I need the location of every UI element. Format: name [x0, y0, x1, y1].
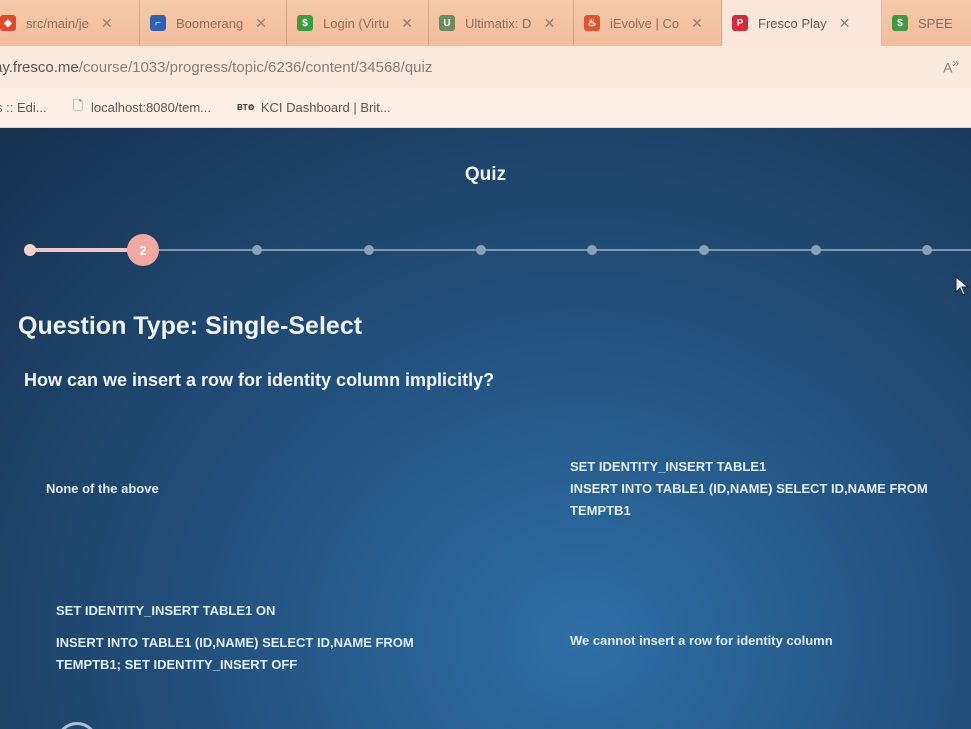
url-host: ay.fresco.me — [0, 58, 79, 76]
progress-step[interactable] — [922, 245, 932, 255]
dollar-icon: $ — [892, 15, 908, 31]
ultimatix-icon: U — [439, 15, 455, 31]
option-text: SET IDENTITY_INSERT TABLE1 — [570, 459, 767, 474]
close-icon[interactable]: ✕ — [691, 15, 703, 32]
tab-ievolve[interactable]: ♨ iEvolve | Co ✕ — [574, 0, 722, 46]
close-icon[interactable]: ✕ — [839, 15, 851, 32]
tab-label: Boomerang — [176, 15, 244, 31]
page-icon: 🗋 — [72, 97, 84, 113]
hockey-stick-icon: ⌐ — [150, 15, 166, 31]
fresco-icon: P — [732, 15, 748, 31]
tab-label: src/main/je — [26, 15, 89, 31]
bookmark-item[interactable]: BT⚙ KCI Dashboard | Brit... — [237, 100, 391, 115]
progress-step[interactable] — [252, 245, 262, 255]
dollar-icon: $ — [297, 15, 313, 31]
tab-gitlab[interactable]: ◆ src/main/je ✕ — [0, 0, 140, 46]
option-text: INSERT INTO TABLE1 (ID,NAME) SELECT ID,N… — [570, 481, 928, 496]
progress-step[interactable] — [587, 245, 597, 255]
answer-option-none-of-the-above[interactable]: None of the above — [46, 478, 159, 500]
answer-option-set-identity-insert-on[interactable]: SET IDENTITY_INSERT TABLE1 ON INSERT INT… — [56, 600, 486, 676]
gitlab-icon: ◆ — [0, 15, 16, 31]
tab-label: Fresco Play — [758, 15, 827, 31]
close-icon[interactable]: ✕ — [543, 15, 555, 32]
tab-boomerang[interactable]: ⌐ Boomerang ✕ — [140, 0, 287, 46]
address-bar[interactable]: ay.fresco.me/course/1033/progress/topic/… — [0, 46, 971, 88]
flame-icon: ♨ — [584, 15, 600, 31]
bookmarks-bar: s :: Edi... 🗋 localhost:8080/tem... BT⚙ … — [0, 88, 971, 128]
next-button-ring[interactable] — [56, 722, 98, 729]
progress-step-current[interactable]: 2 — [127, 234, 159, 266]
progress-step[interactable] — [364, 245, 374, 255]
option-text: SET IDENTITY_INSERT TABLE1 ON — [56, 603, 276, 618]
tab-label: SPEE — [918, 15, 953, 31]
bookmark-label: localhost:8080/tem... — [91, 100, 211, 115]
tab-ultimatix[interactable]: U Ultimatix: D ✕ — [429, 0, 574, 46]
answer-option-set-identity-insert[interactable]: SET IDENTITY_INSERT TABLE1 INSERT INTO T… — [570, 456, 971, 522]
tab-label: Ultimatix: D — [465, 15, 532, 31]
page-title: Quiz — [464, 164, 507, 185]
reader-mode-icon[interactable]: A» — [943, 57, 959, 76]
bookmark-label: KCI Dashboard | Brit... — [260, 100, 391, 115]
option-text: We cannot insert a row for identity colu… — [570, 633, 833, 648]
progress-step[interactable] — [699, 245, 709, 255]
quiz-progress-bar: 2 — [0, 234, 971, 266]
progress-track — [30, 249, 971, 251]
option-text: INSERT INTO TABLE1 (ID,NAME) SELECT ID,N… — [56, 635, 414, 650]
bookmark-label: s :: Edi... — [0, 100, 47, 115]
tab-fresco-play[interactable]: P Fresco Play ✕ — [722, 0, 882, 46]
tab-label: iEvolve | Co — [610, 15, 680, 31]
bookmark-item[interactable]: s :: Edi... — [0, 100, 47, 115]
url-text[interactable]: ay.fresco.me/course/1033/progress/topic/… — [0, 59, 432, 76]
bookmark-item[interactable]: 🗋 localhost:8080/tem... — [73, 97, 211, 119]
tab-spee[interactable]: $ SPEE — [882, 0, 971, 46]
option-text: TEMPTB1; SET IDENTITY_INSERT OFF — [56, 657, 298, 672]
tab-login[interactable]: $ Login (Virtu ✕ — [287, 0, 429, 46]
close-icon[interactable]: ✕ — [255, 15, 267, 32]
option-text: None of the above — [46, 481, 159, 496]
progress-step[interactable] — [476, 245, 486, 255]
url-path: /course/1033/progress/topic/6236/content… — [78, 58, 433, 76]
close-icon[interactable]: ✕ — [101, 15, 113, 32]
answer-option-cannot-insert[interactable]: We cannot insert a row for identity colu… — [570, 630, 833, 652]
tab-label: Login (Virtu — [323, 15, 390, 31]
browser-tab-bar: ◆ src/main/je ✕ ⌐ Boomerang ✕ $ Login (V… — [0, 0, 971, 46]
mouse-cursor-icon — [955, 276, 969, 296]
progress-step[interactable] — [811, 245, 821, 255]
bt-logo-icon: BT⚙ — [237, 103, 255, 112]
close-icon[interactable]: ✕ — [401, 15, 413, 32]
quiz-page: Quiz 2 Question Type: Single-Select How … — [0, 128, 971, 729]
question-text: How can we insert a row for identity col… — [24, 370, 495, 390]
question-type: Question Type: Single-Select — [18, 312, 363, 340]
option-text: TEMPTB1 — [570, 503, 631, 518]
progress-step-1[interactable] — [24, 244, 36, 256]
